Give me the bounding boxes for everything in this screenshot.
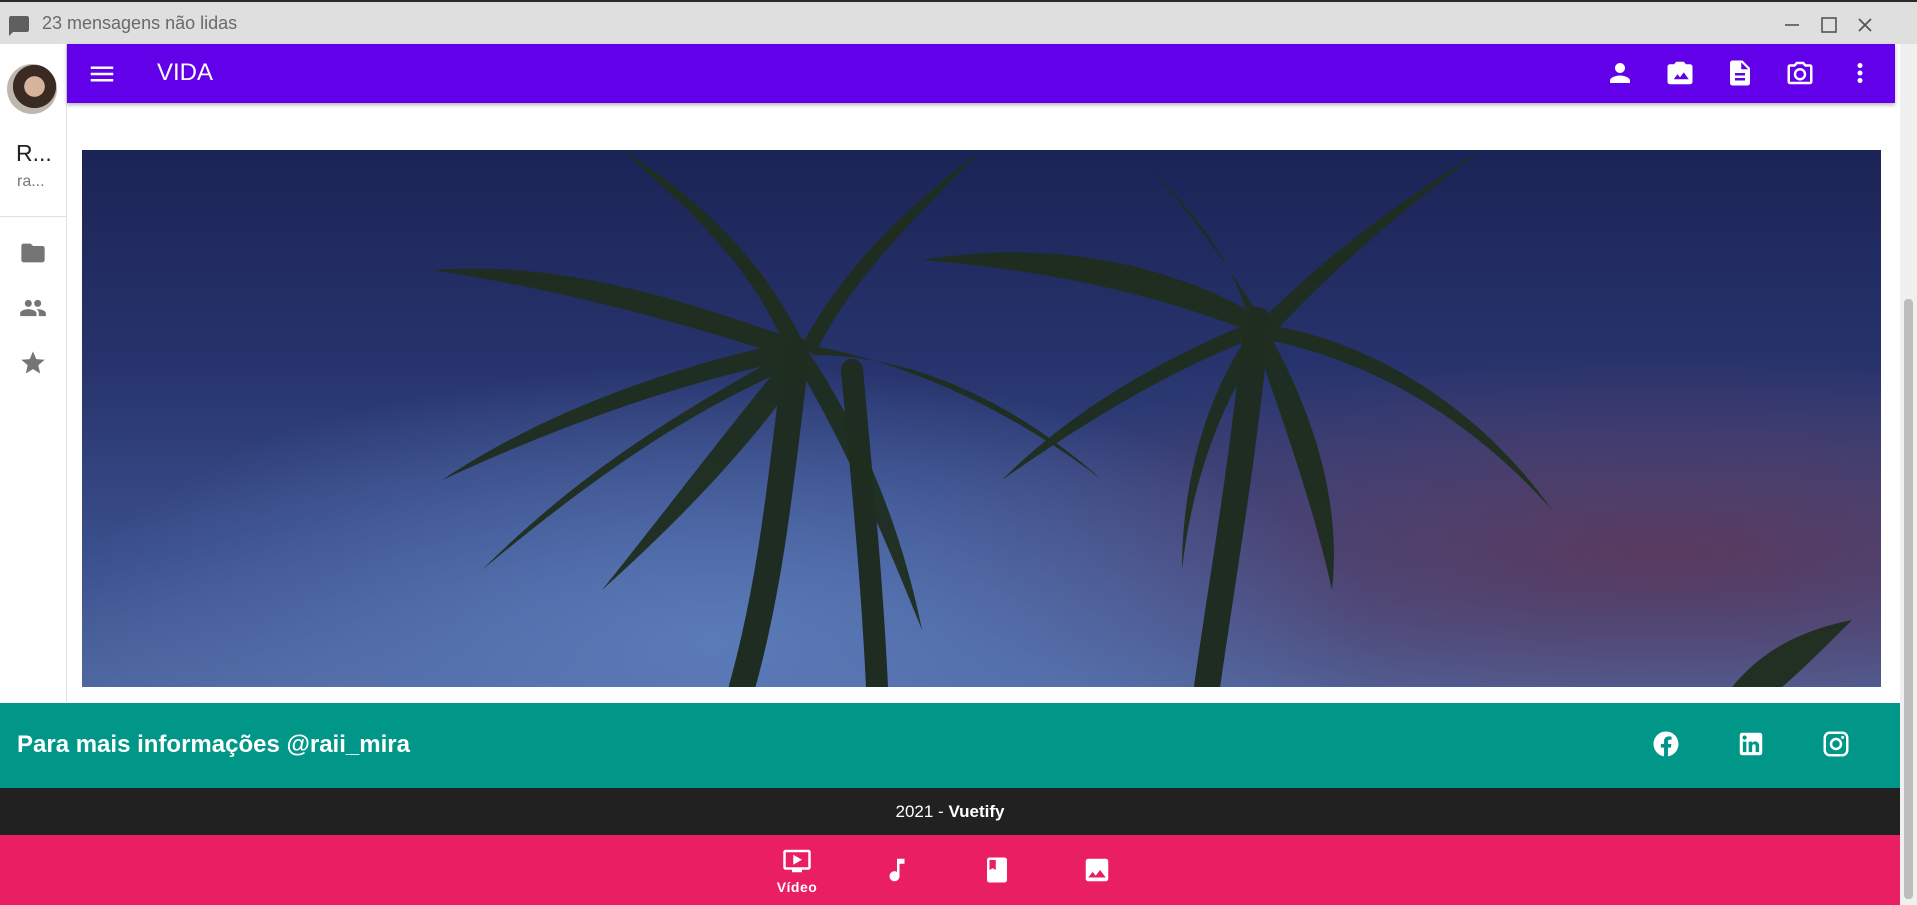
bottom-nav-image[interactable] <box>1057 835 1137 905</box>
video-icon <box>783 849 811 873</box>
more-vert-icon[interactable] <box>1845 58 1875 88</box>
bottom-nav-book[interactable] <box>957 835 1037 905</box>
footer-info: Para mais informações @raii_mira <box>17 731 410 758</box>
app-title: VIDA <box>157 59 214 86</box>
bottom-nav-video-label: Vídeo <box>776 879 818 895</box>
camera-icon[interactable] <box>1785 58 1815 88</box>
people-icon[interactable] <box>19 294 47 322</box>
bottom-nav-video[interactable]: Vídeo <box>757 835 837 905</box>
star-icon[interactable] <box>19 349 47 377</box>
camera-image-icon[interactable] <box>1665 58 1695 88</box>
window-title-bar: 23 mensagens não lidas <box>0 0 1917 44</box>
rail-divider <box>0 216 66 217</box>
user-handle: ra... <box>17 173 45 190</box>
book-icon <box>987 857 1007 883</box>
scrollbar-thumb[interactable] <box>1904 299 1913 899</box>
menu-icon[interactable] <box>87 59 117 89</box>
close-button[interactable] <box>1852 12 1878 38</box>
app-bar: VIDA <box>67 44 1895 103</box>
copyright-year: 2021 - <box>895 802 949 821</box>
folder-icon[interactable] <box>19 239 47 267</box>
chat-icon <box>7 14 31 38</box>
hero-image <box>82 150 1881 687</box>
document-icon[interactable] <box>1725 58 1755 88</box>
page-scrollbar[interactable] <box>1900 44 1917 905</box>
linkedin-icon[interactable] <box>1736 729 1766 759</box>
user-name: R... <box>16 140 52 166</box>
music-note-icon <box>889 858 905 882</box>
window-title: 23 mensagens não lidas <box>42 13 238 33</box>
minimize-button[interactable] <box>1779 12 1805 38</box>
image-icon <box>1085 858 1109 882</box>
facebook-icon[interactable] <box>1651 729 1681 759</box>
copyright-bar: 2021 - Vuetify <box>0 788 1900 835</box>
account-icon[interactable] <box>1605 58 1635 88</box>
avatar[interactable] <box>7 64 57 114</box>
copyright-brand: Vuetify <box>948 802 1005 821</box>
footer: Para mais informações @raii_mira <box>0 703 1900 788</box>
bottom-nav-music[interactable] <box>857 835 937 905</box>
bottom-navigation: Vídeo <box>0 835 1900 905</box>
instagram-icon[interactable] <box>1821 729 1851 759</box>
maximize-button[interactable] <box>1816 12 1842 38</box>
nav-rail: R... ra... <box>0 44 67 702</box>
